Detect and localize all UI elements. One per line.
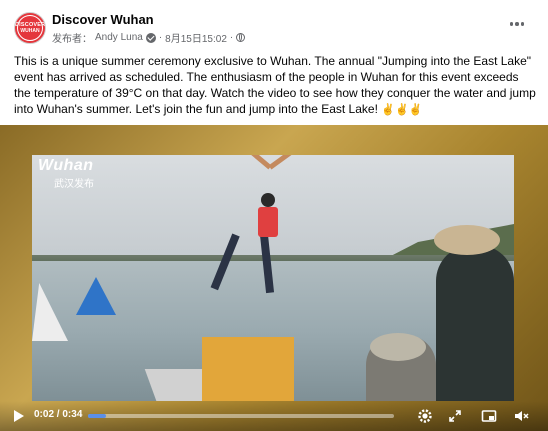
- facebook-post: DISCOVER WUHAN Discover Wuhan 发布者： Andy …: [0, 0, 548, 431]
- globe-icon[interactable]: [236, 33, 246, 42]
- play-icon[interactable]: [14, 410, 24, 422]
- meta-separator-2: ·: [229, 32, 234, 43]
- current-time: 0:02: [34, 409, 55, 420]
- picture-in-picture-icon[interactable]: [481, 408, 497, 424]
- victory-hand-emoji: ✌: [394, 104, 409, 116]
- spectator-hat: [370, 333, 426, 361]
- more-options-button[interactable]: [506, 17, 528, 31]
- gear-icon[interactable]: [417, 408, 433, 424]
- post-meta: 发布者： Andy Luna · 8月15日15:02 ·: [52, 30, 246, 45]
- post-text: This is a unique summer ceremony exclusi…: [14, 53, 536, 118]
- victory-hand-emoji: ✌: [381, 104, 395, 116]
- video-player[interactable]: Wuhan 武汉发布 0:02 / 0:34: [0, 125, 548, 431]
- page-avatar[interactable]: DISCOVER WUHAN: [14, 12, 46, 44]
- video-controls: 0:02 / 0:34: [0, 401, 548, 431]
- meta-separator: ·: [158, 32, 163, 43]
- watermark-subtitle: 武汉发布: [54, 179, 94, 190]
- time-separator: /: [56, 409, 60, 420]
- jumper-life-vest: [258, 207, 278, 237]
- publisher-label: 发布者：: [52, 34, 92, 45]
- spectator-foreground: [436, 245, 514, 401]
- jump-ramp: [202, 337, 294, 401]
- video-frame[interactable]: Wuhan 武汉发布: [32, 155, 514, 401]
- video-time: 0:02 / 0:34: [34, 409, 82, 420]
- watermark-logo: Wuhan: [38, 157, 94, 174]
- page-name[interactable]: Discover Wuhan: [52, 12, 154, 27]
- author-name[interactable]: Andy Luna: [95, 32, 143, 43]
- post-body: This is a unique summer ceremony exclusi…: [14, 54, 536, 116]
- more-horizontal-icon-dot: [509, 22, 514, 26]
- jumper-right-arm: [268, 155, 314, 170]
- jumper-left-arm: [220, 155, 272, 170]
- avatar-text-bottom: WUHAN: [20, 28, 40, 34]
- duration: 0:34: [62, 409, 83, 420]
- more-horizontal-icon-dot: [515, 22, 519, 26]
- spectator-foreground-hat: [434, 225, 500, 255]
- victory-hand-emoji: ✌: [408, 104, 423, 116]
- post-date[interactable]: 8月15日15:02: [165, 30, 227, 45]
- verified-check-icon: [145, 32, 156, 43]
- expand-icon[interactable]: [447, 408, 463, 424]
- volume-muted-icon[interactable]: [513, 408, 529, 424]
- post-header: DISCOVER WUHAN Discover Wuhan 发布者： Andy …: [0, 0, 548, 50]
- progress-bar[interactable]: [88, 414, 394, 418]
- jumper-head: [261, 193, 275, 207]
- more-horizontal-icon-dot: [520, 22, 525, 26]
- progress-fill: [88, 414, 107, 418]
